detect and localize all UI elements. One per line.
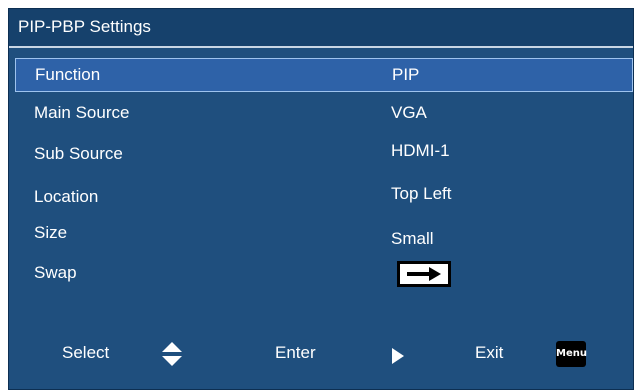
swap-button[interactable]	[397, 261, 451, 287]
setting-value: VGA	[391, 103, 427, 122]
setting-label: Size	[34, 223, 68, 242]
right-arrow-icon	[407, 267, 441, 281]
setting-row-main-source[interactable]: Main Source VGA	[9, 96, 633, 130]
menu-key-icon: Menu	[556, 341, 587, 367]
setting-row-swap[interactable]: Swap	[9, 255, 633, 289]
setting-label: Function	[35, 65, 101, 84]
setting-row-location[interactable]: Location Top Left	[9, 180, 633, 214]
up-down-triangles-icon	[162, 342, 182, 366]
exit-hint-label: Exit	[475, 343, 504, 362]
setting-value: PIP	[392, 65, 420, 84]
page-title: PIP-PBP Settings	[18, 17, 151, 36]
footer-hints: Select Enter Exit Menu	[9, 334, 633, 374]
pip-pbp-settings-panel: PIP-PBP Settings Function PIP Main Sourc…	[8, 8, 634, 390]
setting-label: Swap	[34, 263, 77, 282]
select-hint-label: Select	[62, 343, 110, 362]
setting-value: HDMI-1	[391, 141, 450, 160]
setting-row-function[interactable]: Function PIP	[15, 58, 633, 92]
setting-label: Sub Source	[34, 144, 123, 163]
setting-row-size[interactable]: Size Small	[9, 217, 633, 251]
enter-hint-label: Enter	[275, 343, 316, 362]
setting-label: Location	[34, 187, 99, 206]
title-bar: PIP-PBP Settings	[9, 9, 633, 48]
setting-value: Small	[391, 229, 434, 248]
setting-value: Top Left	[391, 184, 452, 203]
setting-row-sub-source[interactable]: Sub Source HDMI-1	[9, 137, 633, 171]
play-triangle-icon	[392, 348, 404, 364]
setting-label: Main Source	[34, 103, 130, 122]
